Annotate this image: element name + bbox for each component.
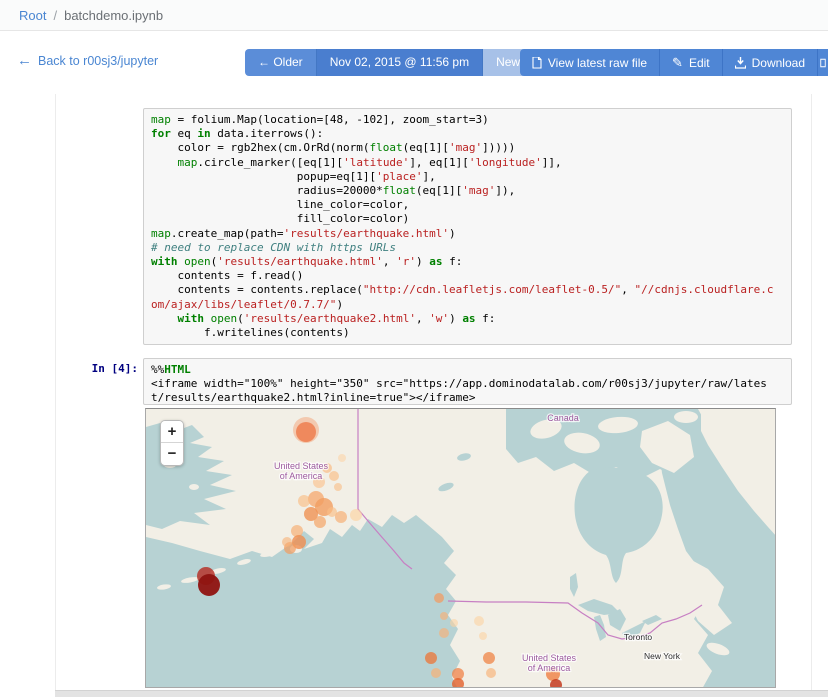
map-zoom-in-button[interactable]: + <box>161 421 183 443</box>
earthquake-map[interactable]: United Statesof America Canada United Stat… <box>146 409 776 688</box>
earthquake-marker[interactable] <box>440 612 448 620</box>
older-button[interactable]: ← Older <box>245 49 317 76</box>
download-label: Download <box>752 56 805 70</box>
earthquake-marker[interactable] <box>296 422 316 442</box>
earthquake-marker[interactable] <box>334 483 342 491</box>
map-label: Toronto <box>624 632 653 642</box>
input-prompt: In [4]: <box>55 362 138 375</box>
breadcrumb: Root / batchdemo.ipynb <box>0 0 828 31</box>
back-link-label: Back to r00sj3/jupyter <box>38 54 158 68</box>
earthquake-marker[interactable] <box>298 495 310 507</box>
map-label: New York <box>644 651 681 661</box>
map-zoom-out-button[interactable]: − <box>161 443 183 465</box>
earthquake-marker[interactable] <box>350 509 362 521</box>
map-label: Canada <box>547 413 579 423</box>
document-icon <box>532 57 542 69</box>
earthquake-marker[interactable] <box>282 537 292 547</box>
earthquake-marker[interactable] <box>439 628 449 638</box>
map-zoom-control: + − <box>160 420 184 466</box>
horizontal-scrollbar-track[interactable] <box>55 690 828 697</box>
earthquake-marker[interactable] <box>474 616 484 626</box>
earthquake-marker[interactable] <box>338 454 346 462</box>
breadcrumb-filename: batchdemo.ipynb <box>64 8 163 23</box>
file-actions-group: View latest raw file ✎ Edit Download <box>520 49 828 76</box>
back-link[interactable]: ← Back to r00sj3/jupyter <box>17 53 158 68</box>
earthquake-marker[interactable] <box>198 574 220 596</box>
code-cell-folium[interactable]: map = folium.Map(location=[48, -102], zo… <box>143 108 792 345</box>
earthquake-marker[interactable] <box>434 593 444 603</box>
file-viewer-page: Root / batchdemo.ipynb ← Back to r00sj3/… <box>0 0 828 697</box>
revision-toolbar: ← Back to r00sj3/jupyter ← Older Nov 02,… <box>0 44 828 80</box>
clipped-icon <box>820 57 826 69</box>
earthquake-marker[interactable] <box>450 619 458 627</box>
earthquake-marker[interactable] <box>431 668 441 678</box>
map-label: United Statesof America <box>274 461 329 481</box>
view-raw-label: View latest raw file <box>548 56 647 70</box>
map-output-iframe[interactable]: United Statesof America Canada United Stat… <box>145 408 776 688</box>
earthquake-marker[interactable] <box>479 632 487 640</box>
breadcrumb-root-link[interactable]: Root <box>19 8 46 23</box>
revision-nav-group: ← Older Nov 02, 2015 @ 11:56 pm Newer → <box>245 49 559 76</box>
view-latest-raw-file-button[interactable]: View latest raw file <box>520 49 660 76</box>
earthquake-marker[interactable] <box>314 516 326 528</box>
edit-button[interactable]: ✎ Edit <box>660 49 723 76</box>
earthquake-marker[interactable] <box>486 668 496 678</box>
revision-date-button[interactable]: Nov 02, 2015 @ 11:56 pm <box>317 49 483 76</box>
edit-label: Edit <box>689 56 710 70</box>
pencil-icon: ✎ <box>672 56 683 69</box>
earthquake-marker[interactable] <box>291 525 303 537</box>
earthquake-marker[interactable] <box>425 652 437 664</box>
download-button[interactable]: Download <box>723 49 818 76</box>
earthquake-marker[interactable] <box>483 652 495 664</box>
download-icon <box>735 57 746 69</box>
earthquake-marker[interactable] <box>335 511 347 523</box>
breadcrumb-separator: / <box>53 8 57 23</box>
code-cell-html-magic[interactable]: %%HTML<iframe width="100%" height="350" … <box>143 358 792 405</box>
back-arrow-icon: ← <box>17 53 32 68</box>
map-label: United Statesof America <box>522 653 577 673</box>
earthquake-marker[interactable] <box>329 471 339 481</box>
clipped-action-button[interactable] <box>818 49 828 76</box>
